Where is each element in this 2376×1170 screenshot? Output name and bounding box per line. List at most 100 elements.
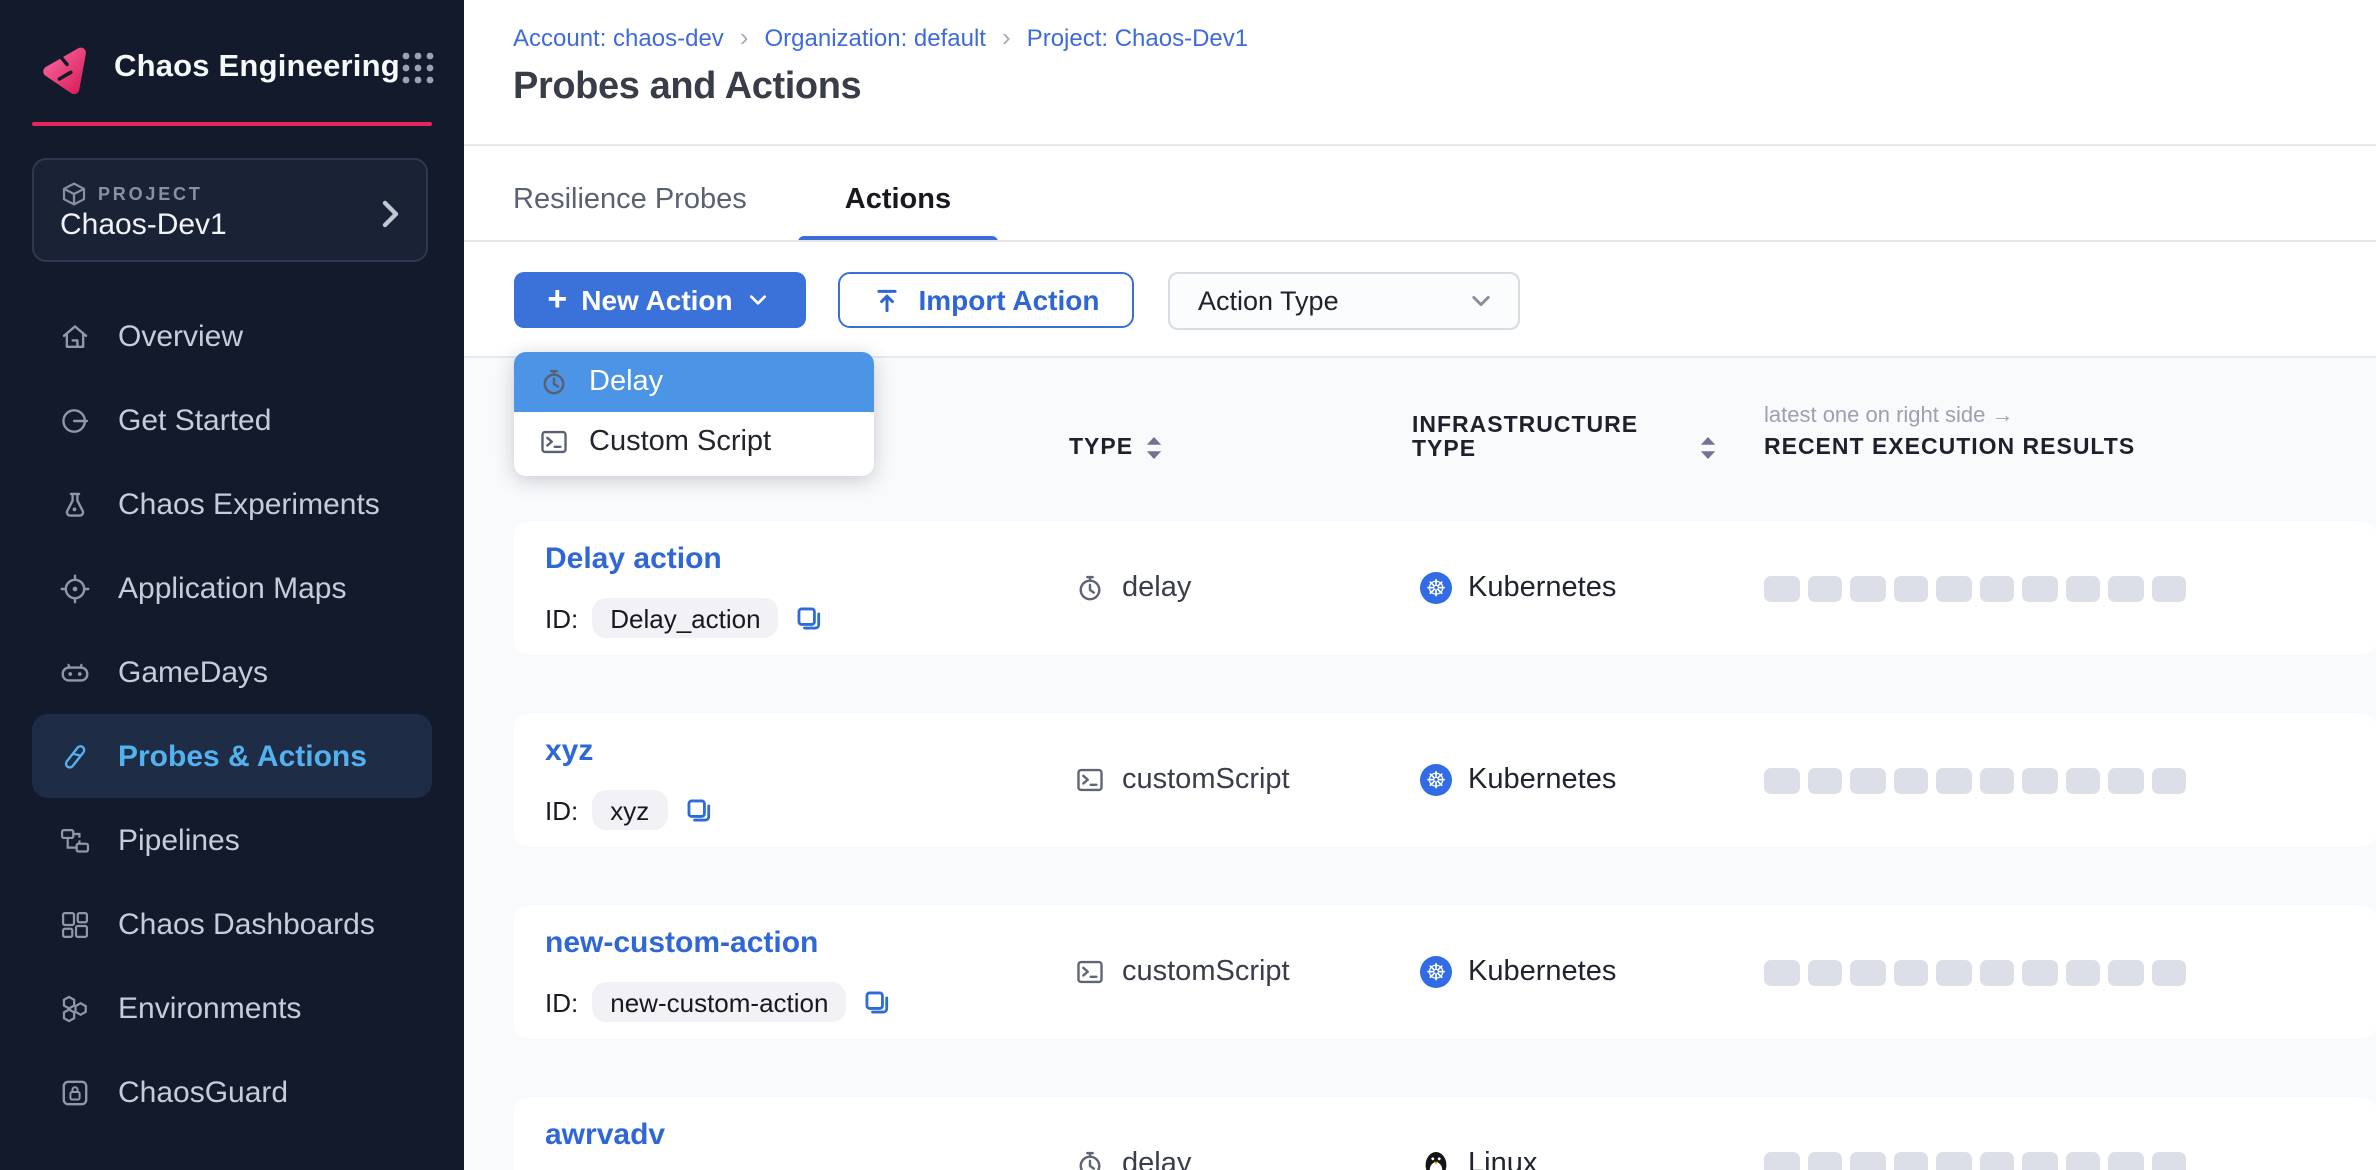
linux-icon xyxy=(1420,1148,1452,1170)
sidebar-item-chaos-dashboards[interactable]: Chaos Dashboards xyxy=(32,882,432,966)
action-name-link[interactable]: awrvadv xyxy=(545,1118,665,1152)
tab-actions[interactable]: Actions xyxy=(799,160,997,242)
breadcrumb-project-link[interactable]: Project: Chaos-Dev1 xyxy=(1027,24,1248,52)
sidebar-item-get-started[interactable]: Get Started xyxy=(32,378,432,462)
tab-bar-divider xyxy=(464,240,2376,242)
table-row[interactable]: awrvadv delay Linux xyxy=(513,1098,2376,1170)
copy-icon[interactable] xyxy=(862,988,890,1016)
shield-lock-icon xyxy=(58,1075,92,1109)
sidebar-item-label: Probes & Actions xyxy=(118,739,367,773)
tab-bar: Resilience Probes Actions xyxy=(513,160,997,242)
action-name-link[interactable]: xyz xyxy=(545,734,593,768)
execution-result-placeholder xyxy=(1936,1151,1971,1170)
project-selector[interactable]: PROJECT Chaos-Dev1 xyxy=(32,158,428,262)
execution-result-placeholder xyxy=(2151,1151,2186,1170)
table-row[interactable]: Delay action ID: Delay_action delay ☸ Ku… xyxy=(513,522,2376,654)
column-header-recent-execution-results: RECENT EXECUTION RESULTS xyxy=(1764,436,2135,460)
sort-icon[interactable] xyxy=(1146,436,1162,460)
terminal-icon xyxy=(537,426,569,458)
table-row[interactable]: new-custom-action ID: new-custom-action … xyxy=(513,906,2376,1038)
sidebar-item-gamedays[interactable]: GameDays xyxy=(32,630,432,714)
page-title: Probes and Actions xyxy=(513,66,861,110)
execution-result-placeholder xyxy=(2151,959,2186,985)
sidebar-item-label: Overview xyxy=(118,319,243,353)
sidebar-item-label: Application Maps xyxy=(118,571,346,605)
sidebar-item-label: Pipelines xyxy=(118,823,240,857)
test-tube-icon xyxy=(58,739,92,773)
execution-result-placeholder xyxy=(1850,575,1885,601)
execution-result-placeholder xyxy=(2022,959,2057,985)
execution-result-placeholder xyxy=(2065,1151,2100,1170)
new-action-button[interactable]: + New Action xyxy=(513,272,805,328)
recent-execution-results xyxy=(1764,906,2186,1038)
menu-item-custom-script[interactable]: Custom Script xyxy=(513,412,873,472)
copy-icon[interactable] xyxy=(683,796,711,824)
execution-result-placeholder xyxy=(1893,767,1928,793)
table-row[interactable]: xyz ID: xyz customScript ☸ Kubernetes xyxy=(513,714,2376,846)
kubernetes-icon: ☸ xyxy=(1420,764,1452,796)
brand-header: Chaos Engineering xyxy=(38,36,436,100)
sort-icon[interactable] xyxy=(1700,436,1716,460)
execution-result-placeholder xyxy=(1764,959,1799,985)
sidebar-item-overview[interactable]: Overview xyxy=(32,294,432,378)
sidebar-item-environments[interactable]: Environments xyxy=(32,966,432,1050)
app-grid-menu-icon[interactable] xyxy=(400,50,436,86)
tab-resilience-probes[interactable]: Resilience Probes xyxy=(513,160,747,242)
column-header-infrastructure-type[interactable]: INFRASTRUCTURE TYPE xyxy=(1412,416,1602,462)
menu-item-label: Delay xyxy=(589,366,663,398)
action-id-value: xyz xyxy=(592,790,667,830)
action-type-value: delay xyxy=(1122,572,1191,604)
id-label: ID: xyxy=(545,987,578,1017)
stopwatch-icon xyxy=(1074,572,1106,604)
action-name-link[interactable]: Delay action xyxy=(545,542,722,576)
execution-result-placeholder xyxy=(2108,575,2143,601)
action-type-value: customScript xyxy=(1122,764,1290,796)
action-type-filter-select[interactable]: Action Type xyxy=(1168,272,1520,330)
project-name: Chaos-Dev1 xyxy=(60,208,227,242)
infrastructure-value: Kubernetes xyxy=(1468,956,1616,988)
execution-result-placeholder xyxy=(1764,575,1799,601)
dashboard-icon xyxy=(58,907,92,941)
sidebar-item-pipelines[interactable]: Pipelines xyxy=(32,798,432,882)
project-label: PROJECT xyxy=(98,184,203,204)
chevron-down-icon xyxy=(747,288,771,312)
execution-result-placeholder xyxy=(2022,575,2057,601)
execution-result-placeholder xyxy=(1979,1151,2014,1170)
recent-execution-results xyxy=(1764,1098,2186,1170)
breadcrumb-organization-link[interactable]: Organization: default xyxy=(765,24,987,52)
execution-result-placeholder xyxy=(1764,1151,1799,1170)
execution-result-placeholder xyxy=(1893,1151,1928,1170)
copy-icon[interactable] xyxy=(795,604,823,632)
flask-icon xyxy=(58,487,92,521)
action-id-value: Delay_action xyxy=(592,598,778,638)
recent-execution-results xyxy=(1764,522,2186,654)
sidebar-item-application-maps[interactable]: Application Maps xyxy=(32,546,432,630)
cube-icon xyxy=(62,180,86,208)
execution-result-placeholder xyxy=(1979,767,2014,793)
column-header-type[interactable]: TYPE xyxy=(1069,436,1133,460)
get-started-icon xyxy=(58,403,92,437)
header-divider xyxy=(464,144,2376,146)
sidebar-item-chaosguard[interactable]: ChaosGuard xyxy=(32,1050,432,1134)
action-id-value: new-custom-action xyxy=(592,982,846,1022)
breadcrumb-account-link[interactable]: Account: chaos-dev xyxy=(513,24,724,52)
execution-result-placeholder xyxy=(1850,959,1885,985)
execution-result-placeholder xyxy=(1979,959,2014,985)
action-name-link[interactable]: new-custom-action xyxy=(545,926,818,960)
stopwatch-icon xyxy=(1074,1148,1106,1170)
import-action-button[interactable]: Import Action xyxy=(838,272,1134,328)
menu-item-delay[interactable]: Delay xyxy=(513,352,873,412)
id-label: ID: xyxy=(545,603,578,633)
execution-result-placeholder xyxy=(2065,575,2100,601)
breadcrumb: Account: chaos-dev › Organization: defau… xyxy=(513,24,1248,52)
chevron-down-icon xyxy=(1468,288,1494,314)
menu-item-label: Custom Script xyxy=(589,426,771,458)
recent-execution-results xyxy=(1764,714,2186,846)
tab-actions-label: Actions xyxy=(845,184,951,216)
upload-icon xyxy=(873,285,903,315)
execution-result-placeholder xyxy=(1807,575,1842,601)
execution-result-placeholder xyxy=(2151,575,2186,601)
execution-result-placeholder xyxy=(1979,575,2014,601)
sidebar-item-probes-actions[interactable]: Probes & Actions xyxy=(32,714,432,798)
sidebar-item-chaos-experiments[interactable]: Chaos Experiments xyxy=(32,462,432,546)
